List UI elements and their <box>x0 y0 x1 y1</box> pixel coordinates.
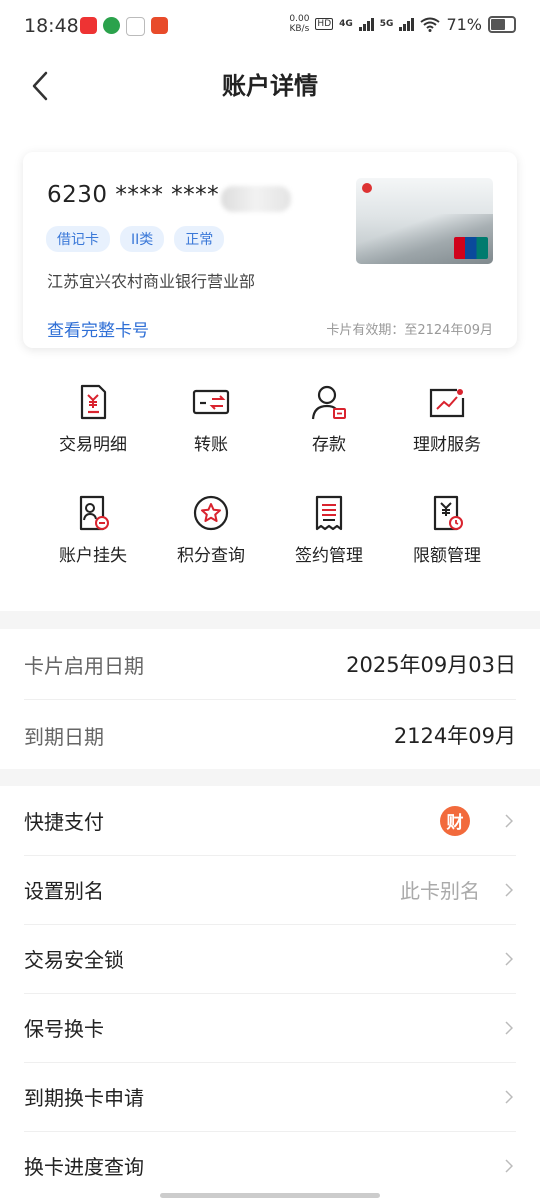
card-image <box>356 178 493 264</box>
sim1-label: 4G <box>339 19 353 29</box>
keep-number-row[interactable]: 保号换卡 <box>24 993 516 1063</box>
points-icon <box>193 495 229 531</box>
function-grid: 交易明细 转账 存款 理财服务 账户挂失 积分查询 签约管理 限额管理 <box>34 382 506 566</box>
card-number: 6230 **** **** <box>47 182 220 208</box>
app-notification-icon <box>103 17 120 34</box>
signal-icon <box>358 17 374 31</box>
grid-label: 转账 <box>194 435 228 455</box>
expiry-date-label: 到期日期 <box>24 724 104 749</box>
grid-item-limit[interactable]: 限额管理 <box>388 493 506 566</box>
card-validity: 卡片有效期：至2124年09月 <box>326 323 493 338</box>
security-lock-label: 交易安全锁 <box>24 948 124 972</box>
chevron-right-icon <box>502 1088 516 1106</box>
alias-label: 设置别名 <box>24 879 104 903</box>
grid-item-points[interactable]: 积分查询 <box>152 493 270 566</box>
grid-label: 积分查询 <box>177 546 245 566</box>
replace-progress-row[interactable]: 换卡进度查询 <box>24 1131 516 1200</box>
net-speed: 0.00 KB/s <box>289 14 310 34</box>
alias-value: 此卡别名 <box>400 879 480 903</box>
alias-row[interactable]: 设置别名 此卡别名 <box>24 855 516 925</box>
grid-item-deposit[interactable]: 存款 <box>270 382 388 455</box>
status-time: 18:48 <box>24 15 79 37</box>
grid-item-transaction-detail[interactable]: 交易明细 <box>34 382 152 455</box>
battery-percent: 71% <box>446 14 482 34</box>
tag-account-class: II类 <box>120 226 165 252</box>
bank-card-panel: 6230 **** **** 借记卡 II类 正常 江苏宜兴农村商业银行营业部 … <box>23 152 517 348</box>
quick-pay-label: 快捷支付 <box>24 810 104 834</box>
status-right: 0.00 KB/s HD 4G 5G 71% <box>289 14 516 34</box>
nav-header: 账户详情 <box>0 56 540 116</box>
card-date-info: 卡片启用日期 2025年09月03日 到期日期 2124年09月 <box>0 629 540 769</box>
tag-status: 正常 <box>174 226 225 252</box>
deposit-icon <box>311 385 346 420</box>
grid-label: 签约管理 <box>295 546 363 566</box>
limit-icon <box>433 495 463 531</box>
wechat-icon <box>126 17 145 36</box>
branch-name: 江苏宜兴农村商业银行营业部 <box>47 272 256 291</box>
wealth-icon <box>429 388 465 418</box>
page-title: 账户详情 <box>222 72 318 100</box>
keep-number-label: 保号换卡 <box>24 1017 104 1041</box>
chevron-right-icon <box>502 881 516 899</box>
signal-icon <box>399 17 415 31</box>
transaction-detail-icon <box>80 384 107 420</box>
activation-date-value: 2025年09月03日 <box>346 653 516 677</box>
grid-item-report-loss[interactable]: 账户挂失 <box>34 493 152 566</box>
grid-item-contract[interactable]: 签约管理 <box>270 493 388 566</box>
tag-card-type: 借记卡 <box>46 226 110 252</box>
wifi-icon <box>420 17 441 32</box>
expiry-date-row: 到期日期 2124年09月 <box>24 699 516 770</box>
masked-digits <box>221 186 291 212</box>
grid-label: 理财服务 <box>413 435 481 455</box>
chevron-right-icon <box>502 1019 516 1037</box>
settings-list: 快捷支付 财 设置别名 此卡别名 交易安全锁 保号换卡 到期换卡申请 换卡进度查… <box>0 786 540 1200</box>
app-notification-icon <box>80 17 97 34</box>
transfer-icon <box>192 389 230 415</box>
grid-label: 账户挂失 <box>59 546 127 566</box>
expiry-replace-label: 到期换卡申请 <box>24 1086 144 1110</box>
battery-icon <box>488 15 516 33</box>
security-lock-row[interactable]: 交易安全锁 <box>24 924 516 994</box>
chevron-right-icon <box>502 812 516 830</box>
grid-item-transfer[interactable]: 转账 <box>152 382 270 455</box>
grid-label: 限额管理 <box>413 546 481 566</box>
status-bar: 18:48 0.00 KB/s HD 4G 5G 71% <box>0 0 540 56</box>
app-notification-icon <box>151 17 168 34</box>
view-full-number-link[interactable]: 查看完整卡号 <box>47 316 149 341</box>
card-section: 6230 **** **** 借记卡 II类 正常 江苏宜兴农村商业银行营业部 … <box>0 116 540 611</box>
grid-label: 交易明细 <box>59 435 127 455</box>
unionpay-icon <box>454 237 488 259</box>
grid-label: 存款 <box>312 435 346 455</box>
chevron-right-icon <box>502 1157 516 1175</box>
chevron-right-icon <box>502 950 516 968</box>
quick-pay-row[interactable]: 快捷支付 财 <box>24 786 516 856</box>
expiry-replace-row[interactable]: 到期换卡申请 <box>24 1062 516 1132</box>
bank-logo-icon <box>362 183 372 193</box>
cai-badge-icon: 财 <box>440 805 470 836</box>
hd-icon: HD <box>315 18 334 30</box>
notification-icons <box>80 17 168 36</box>
activation-date-label: 卡片启用日期 <box>24 653 144 678</box>
report-loss-icon <box>79 495 109 531</box>
replace-progress-label: 换卡进度查询 <box>24 1155 144 1179</box>
card-tags: 借记卡 II类 正常 <box>46 226 225 252</box>
home-indicator[interactable] <box>160 1193 380 1198</box>
grid-item-wealth[interactable]: 理财服务 <box>388 382 506 455</box>
contract-icon <box>315 495 343 531</box>
activation-date-row: 卡片启用日期 2025年09月03日 <box>24 629 516 699</box>
sim2-label: 5G <box>379 19 394 29</box>
expiry-date-value: 2124年09月 <box>393 724 516 748</box>
